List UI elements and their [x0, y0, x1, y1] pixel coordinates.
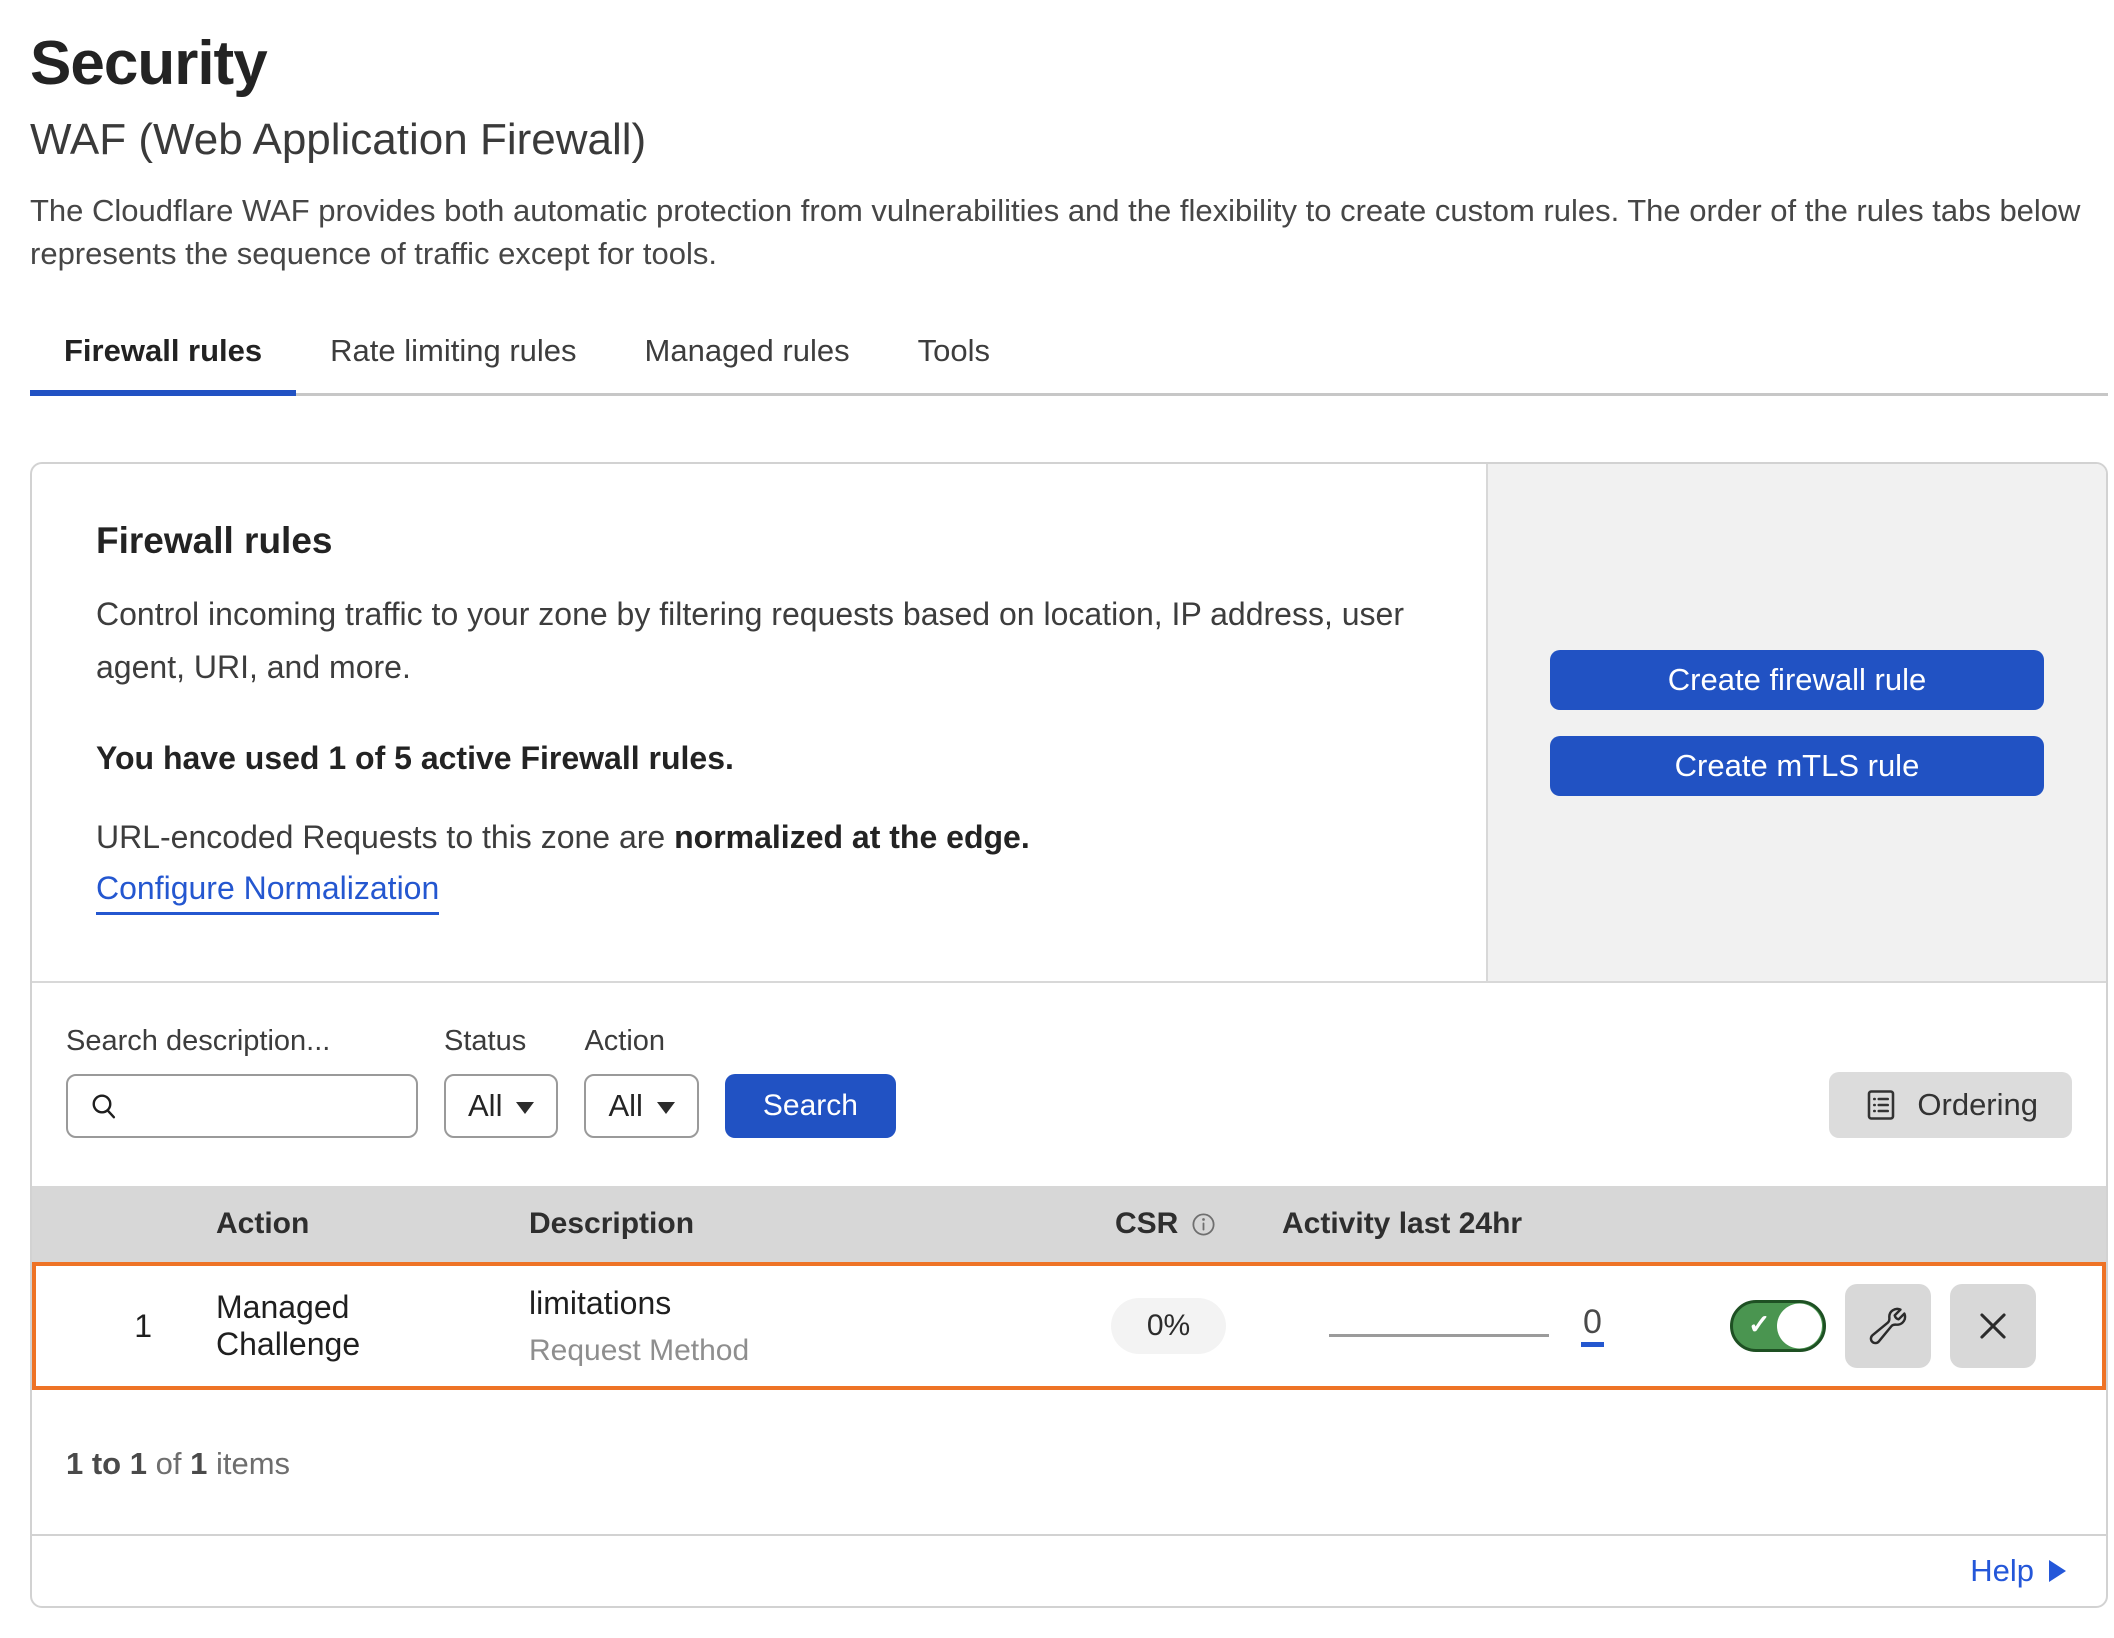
toggle-knob	[1777, 1304, 1822, 1349]
search-input-box[interactable]	[66, 1074, 418, 1138]
edit-rule-button[interactable]	[1845, 1284, 1931, 1368]
rule-activity-cell: 0	[1252, 1305, 1672, 1348]
filter-controls: Search description... Status	[66, 1025, 896, 1138]
list-document-icon	[1863, 1087, 1899, 1123]
activity-count-link[interactable]: 0	[1581, 1305, 1604, 1348]
help-link[interactable]: Help	[1970, 1553, 2066, 1589]
pagination-total: 1	[190, 1446, 207, 1481]
rule-csr-cell: 0%	[1085, 1298, 1252, 1354]
action-select-value: All	[608, 1088, 642, 1124]
action-label: Action	[584, 1025, 698, 1058]
right-arrow-icon	[2049, 1560, 2066, 1582]
rules-table-header: Action Description CSR Activity last 24h…	[32, 1186, 2106, 1262]
search-input[interactable]	[120, 1089, 416, 1123]
close-icon	[1974, 1307, 2012, 1345]
search-icon	[88, 1090, 120, 1122]
help-row: Help	[32, 1534, 2106, 1606]
card-description: Control incoming traffic to your zone by…	[96, 588, 1422, 694]
usage-line: You have used 1 of 5 active Firewall rul…	[96, 740, 1422, 777]
help-link-label: Help	[1970, 1553, 2034, 1589]
ordering-button[interactable]: Ordering	[1829, 1072, 2072, 1138]
create-rule-panel: Create firewall rule Create mTLS rule	[1486, 464, 2106, 981]
search-description-field: Search description...	[66, 1025, 418, 1138]
normalization-bold: normalized at the edge.	[674, 819, 1030, 855]
status-select-value: All	[468, 1088, 502, 1124]
header-activity: Activity last 24hr	[1252, 1207, 1672, 1241]
rule-priority: 1	[36, 1308, 156, 1345]
firewall-rules-summary-section: Firewall rules Control incoming traffic …	[32, 464, 2106, 983]
filter-bar: Search description... Status	[32, 983, 2106, 1186]
page-subtitle: WAF (Web Application Firewall)	[30, 115, 2108, 165]
security-waf-page: Security WAF (Web Application Firewall) …	[0, 0, 2114, 1608]
rule-action: Managed Challenge	[156, 1289, 499, 1363]
header-description: Description	[499, 1207, 1085, 1241]
create-firewall-rule-button[interactable]: Create firewall rule	[1550, 650, 2044, 710]
chevron-down-icon	[516, 1102, 534, 1114]
wrench-icon	[1867, 1305, 1909, 1347]
chevron-down-icon	[657, 1102, 675, 1114]
firewall-rule-row[interactable]: 1 Managed Challenge limitations Request …	[32, 1262, 2106, 1390]
action-select[interactable]: All	[584, 1074, 698, 1138]
info-icon[interactable]	[1190, 1211, 1217, 1238]
page-description: The Cloudflare WAF provides both automat…	[30, 189, 2100, 275]
header-csr: CSR	[1085, 1207, 1252, 1241]
configure-normalization-link[interactable]: Configure Normalization	[96, 870, 439, 915]
activity-sparkline	[1329, 1334, 1549, 1337]
tab-tools[interactable]: Tools	[884, 321, 1024, 393]
rules-tab-bar: Firewall rules Rate limiting rules Manag…	[30, 321, 2108, 396]
pagination-of: of	[156, 1446, 182, 1481]
firewall-rules-summary: Firewall rules Control incoming traffic …	[32, 464, 1486, 981]
checkmark-icon: ✓	[1748, 1309, 1771, 1340]
normalization-line: URL-encoded Requests to this zone are no…	[96, 819, 1422, 856]
create-mtls-rule-button[interactable]: Create mTLS rule	[1550, 736, 2044, 796]
rule-controls: ✓	[1672, 1284, 2102, 1368]
header-csr-label: CSR	[1115, 1207, 1178, 1241]
rule-description-cell: limitations Request Method	[499, 1285, 1085, 1368]
search-description-label: Search description...	[66, 1025, 418, 1058]
page-title: Security	[30, 28, 2108, 99]
status-select[interactable]: All	[444, 1074, 558, 1138]
rule-expression-summary: Request Method	[529, 1334, 1085, 1368]
pagination-range: 1 to 1	[66, 1446, 147, 1481]
pagination-summary: 1 to 1 of 1 items	[32, 1390, 2106, 1534]
status-label: Status	[444, 1025, 558, 1058]
normalization-prefix: URL-encoded Requests to this zone are	[96, 819, 674, 855]
ordering-button-label: Ordering	[1917, 1087, 2038, 1123]
action-filter-field: Action All	[584, 1025, 698, 1138]
status-filter-field: Status All	[444, 1025, 558, 1138]
tab-managed-rules[interactable]: Managed rules	[611, 321, 884, 393]
card-heading: Firewall rules	[96, 520, 1422, 562]
delete-rule-button[interactable]	[1950, 1284, 2036, 1368]
tab-rate-limiting-rules[interactable]: Rate limiting rules	[296, 321, 610, 393]
rule-enabled-toggle[interactable]: ✓	[1730, 1300, 1826, 1352]
csr-badge: 0%	[1111, 1298, 1226, 1354]
pagination-items: items	[216, 1446, 290, 1481]
search-button[interactable]: Search	[725, 1074, 896, 1138]
firewall-rules-card: Firewall rules Control incoming traffic …	[30, 462, 2108, 1608]
tab-firewall-rules[interactable]: Firewall rules	[30, 321, 296, 393]
header-action: Action	[156, 1207, 499, 1241]
rule-description: limitations	[529, 1285, 1085, 1322]
